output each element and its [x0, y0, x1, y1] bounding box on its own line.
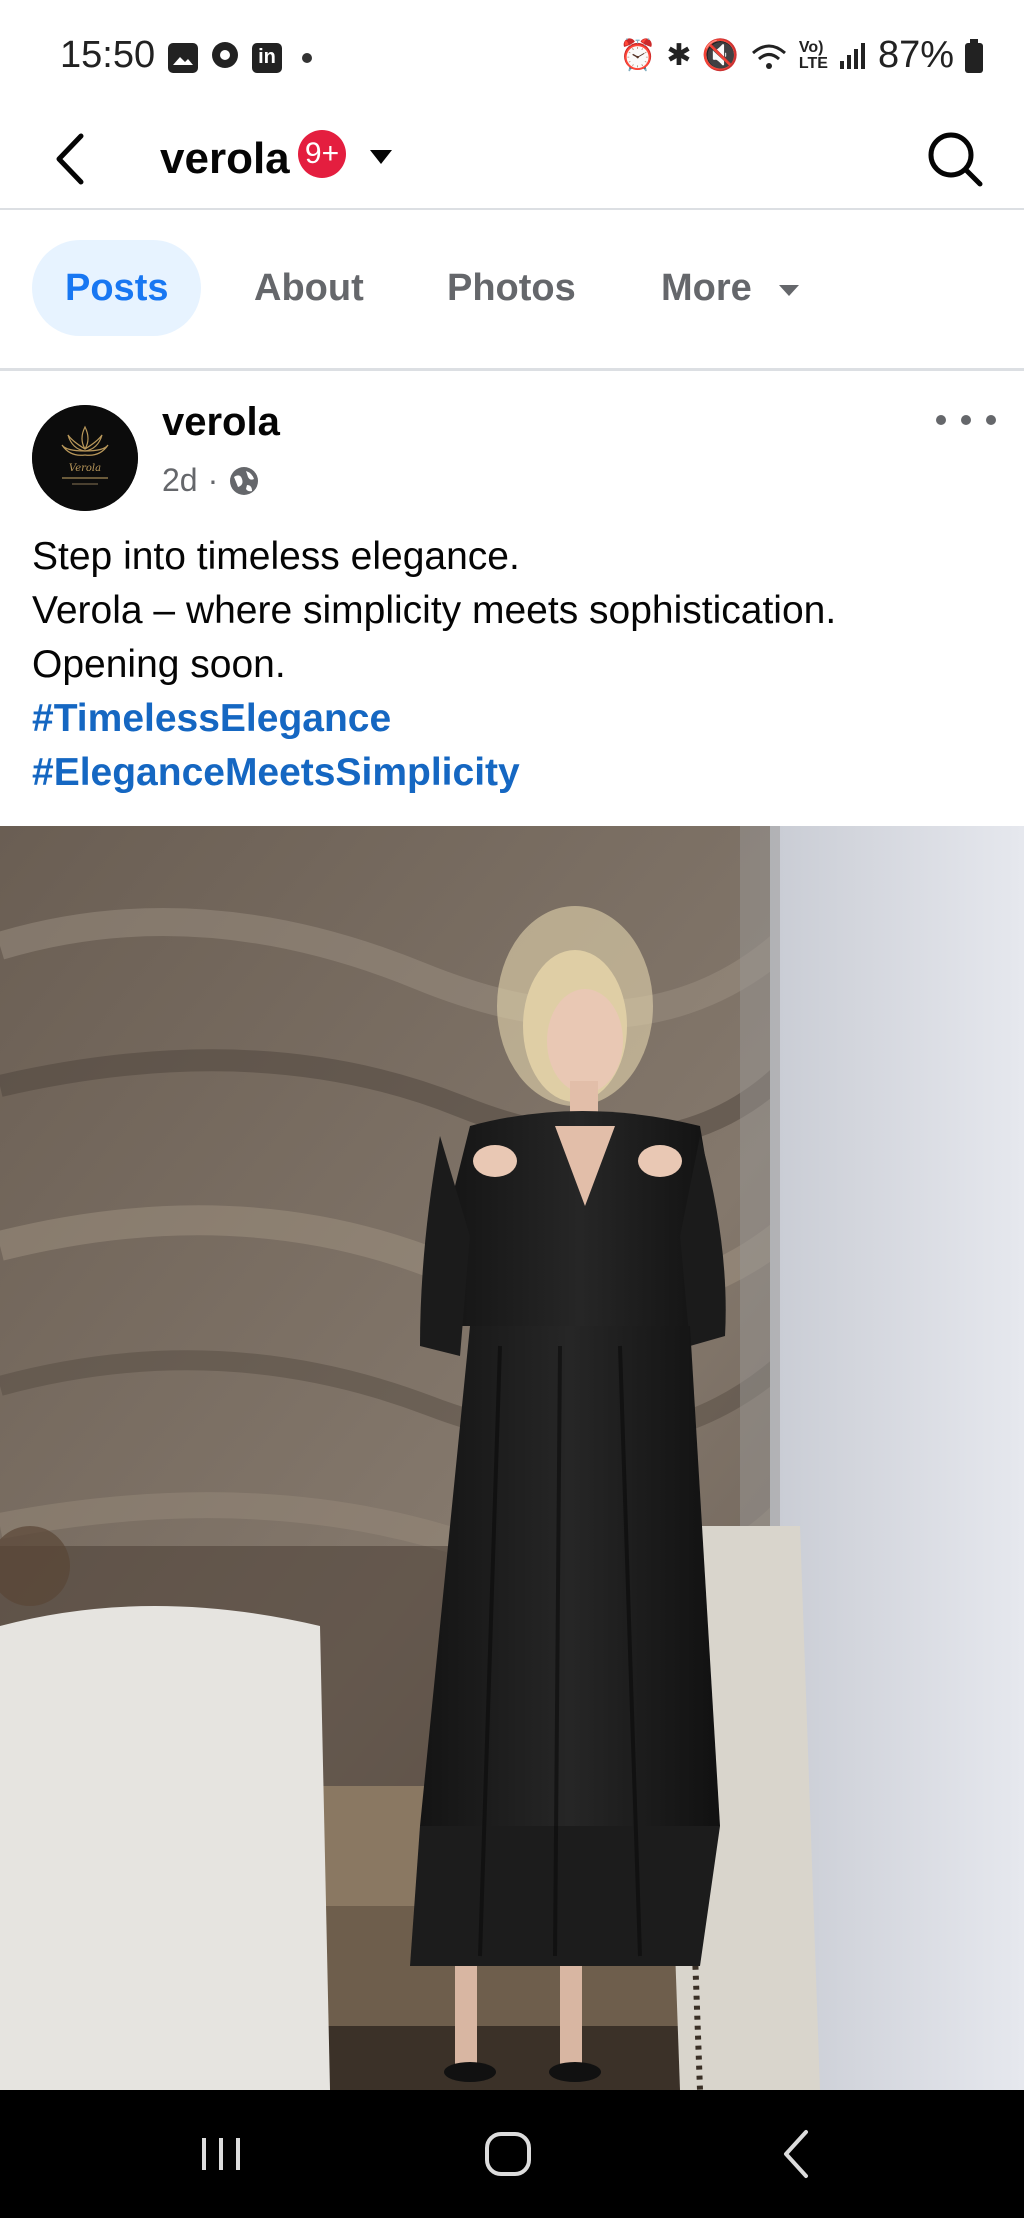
linkedin-icon: in	[252, 42, 282, 73]
page-avatar[interactable]: Verola	[32, 405, 138, 511]
dot-icon	[302, 52, 312, 63]
recent-apps-icon	[202, 2138, 240, 2170]
post-author[interactable]: verola	[162, 400, 280, 445]
more-dots-icon	[936, 415, 946, 425]
alarm-icon: ⏰	[619, 39, 657, 72]
wifi-icon	[751, 44, 786, 69]
battery-icon	[965, 38, 983, 73]
home-icon	[485, 2132, 531, 2176]
top-app-bar: verola 9+	[0, 110, 1024, 210]
profile-tabs: Posts About Photos More	[0, 210, 1024, 371]
system-nav-bar	[0, 2090, 1024, 2218]
globe-icon	[230, 466, 259, 495]
more-dots-icon	[986, 415, 996, 425]
tab-about[interactable]: About	[254, 240, 364, 336]
signal-icon	[839, 42, 865, 69]
hashtag-link[interactable]: #TimelessElegance	[32, 692, 992, 746]
status-right-icons: ⏰ ✱ 🔇 Vo) LTE 87%	[619, 34, 984, 77]
caret-down-icon	[370, 150, 392, 164]
page-switcher-button[interactable]	[364, 140, 398, 174]
post-meta: 2d ·	[162, 462, 260, 499]
status-left-icons: in	[168, 40, 312, 75]
search-button[interactable]	[922, 126, 988, 192]
post-text: Step into timeless elegance. Verola – wh…	[32, 530, 992, 800]
fashion-photo-image	[0, 826, 1024, 2090]
post-photo[interactable]	[0, 826, 1024, 2090]
system-back-button[interactable]	[752, 2118, 842, 2190]
more-dots-icon	[961, 415, 971, 425]
verola-logo-icon: Verola	[32, 405, 138, 511]
meta-separator: ·	[207, 462, 219, 498]
volte-icon: Vo) LTE	[798, 38, 828, 72]
hashtag-link[interactable]: #EleganceMeetsSimplicity	[32, 746, 992, 800]
post-time[interactable]: 2d	[162, 462, 198, 499]
chrome-icon	[210, 40, 240, 75]
back-button[interactable]	[40, 122, 100, 196]
tab-posts[interactable]: Posts	[32, 240, 202, 336]
tab-more-label: More	[661, 267, 752, 309]
gallery-icon	[168, 42, 198, 73]
back-chevron-icon	[784, 2130, 808, 2178]
bluetooth-icon: ✱	[666, 39, 692, 72]
mute-icon: 🔇	[701, 39, 739, 72]
recent-apps-button[interactable]	[176, 2118, 266, 2190]
status-time: 15:50	[60, 34, 156, 76]
caret-down-icon	[779, 284, 800, 296]
post-text-line: Opening soon.	[32, 643, 286, 686]
tab-photos[interactable]: Photos	[447, 240, 576, 336]
back-arrow-icon	[56, 133, 84, 185]
battery-text: 87%	[877, 34, 954, 76]
post-text-line: Step into timeless elegance.	[32, 535, 520, 578]
post-options-button[interactable]	[936, 400, 996, 440]
notification-badge[interactable]: 9+	[298, 130, 346, 178]
status-bar: 15:50 in ⏰ ✱ 🔇 Vo) LTE 87%	[0, 0, 1024, 110]
page-title[interactable]: verola	[160, 128, 290, 190]
post-text-line: Verola – where simplicity meets sophisti…	[32, 589, 837, 632]
home-button[interactable]	[463, 2118, 553, 2190]
search-icon	[928, 132, 983, 187]
tab-more[interactable]: More	[661, 240, 802, 336]
svg-text:Verola: Verola	[69, 463, 101, 474]
